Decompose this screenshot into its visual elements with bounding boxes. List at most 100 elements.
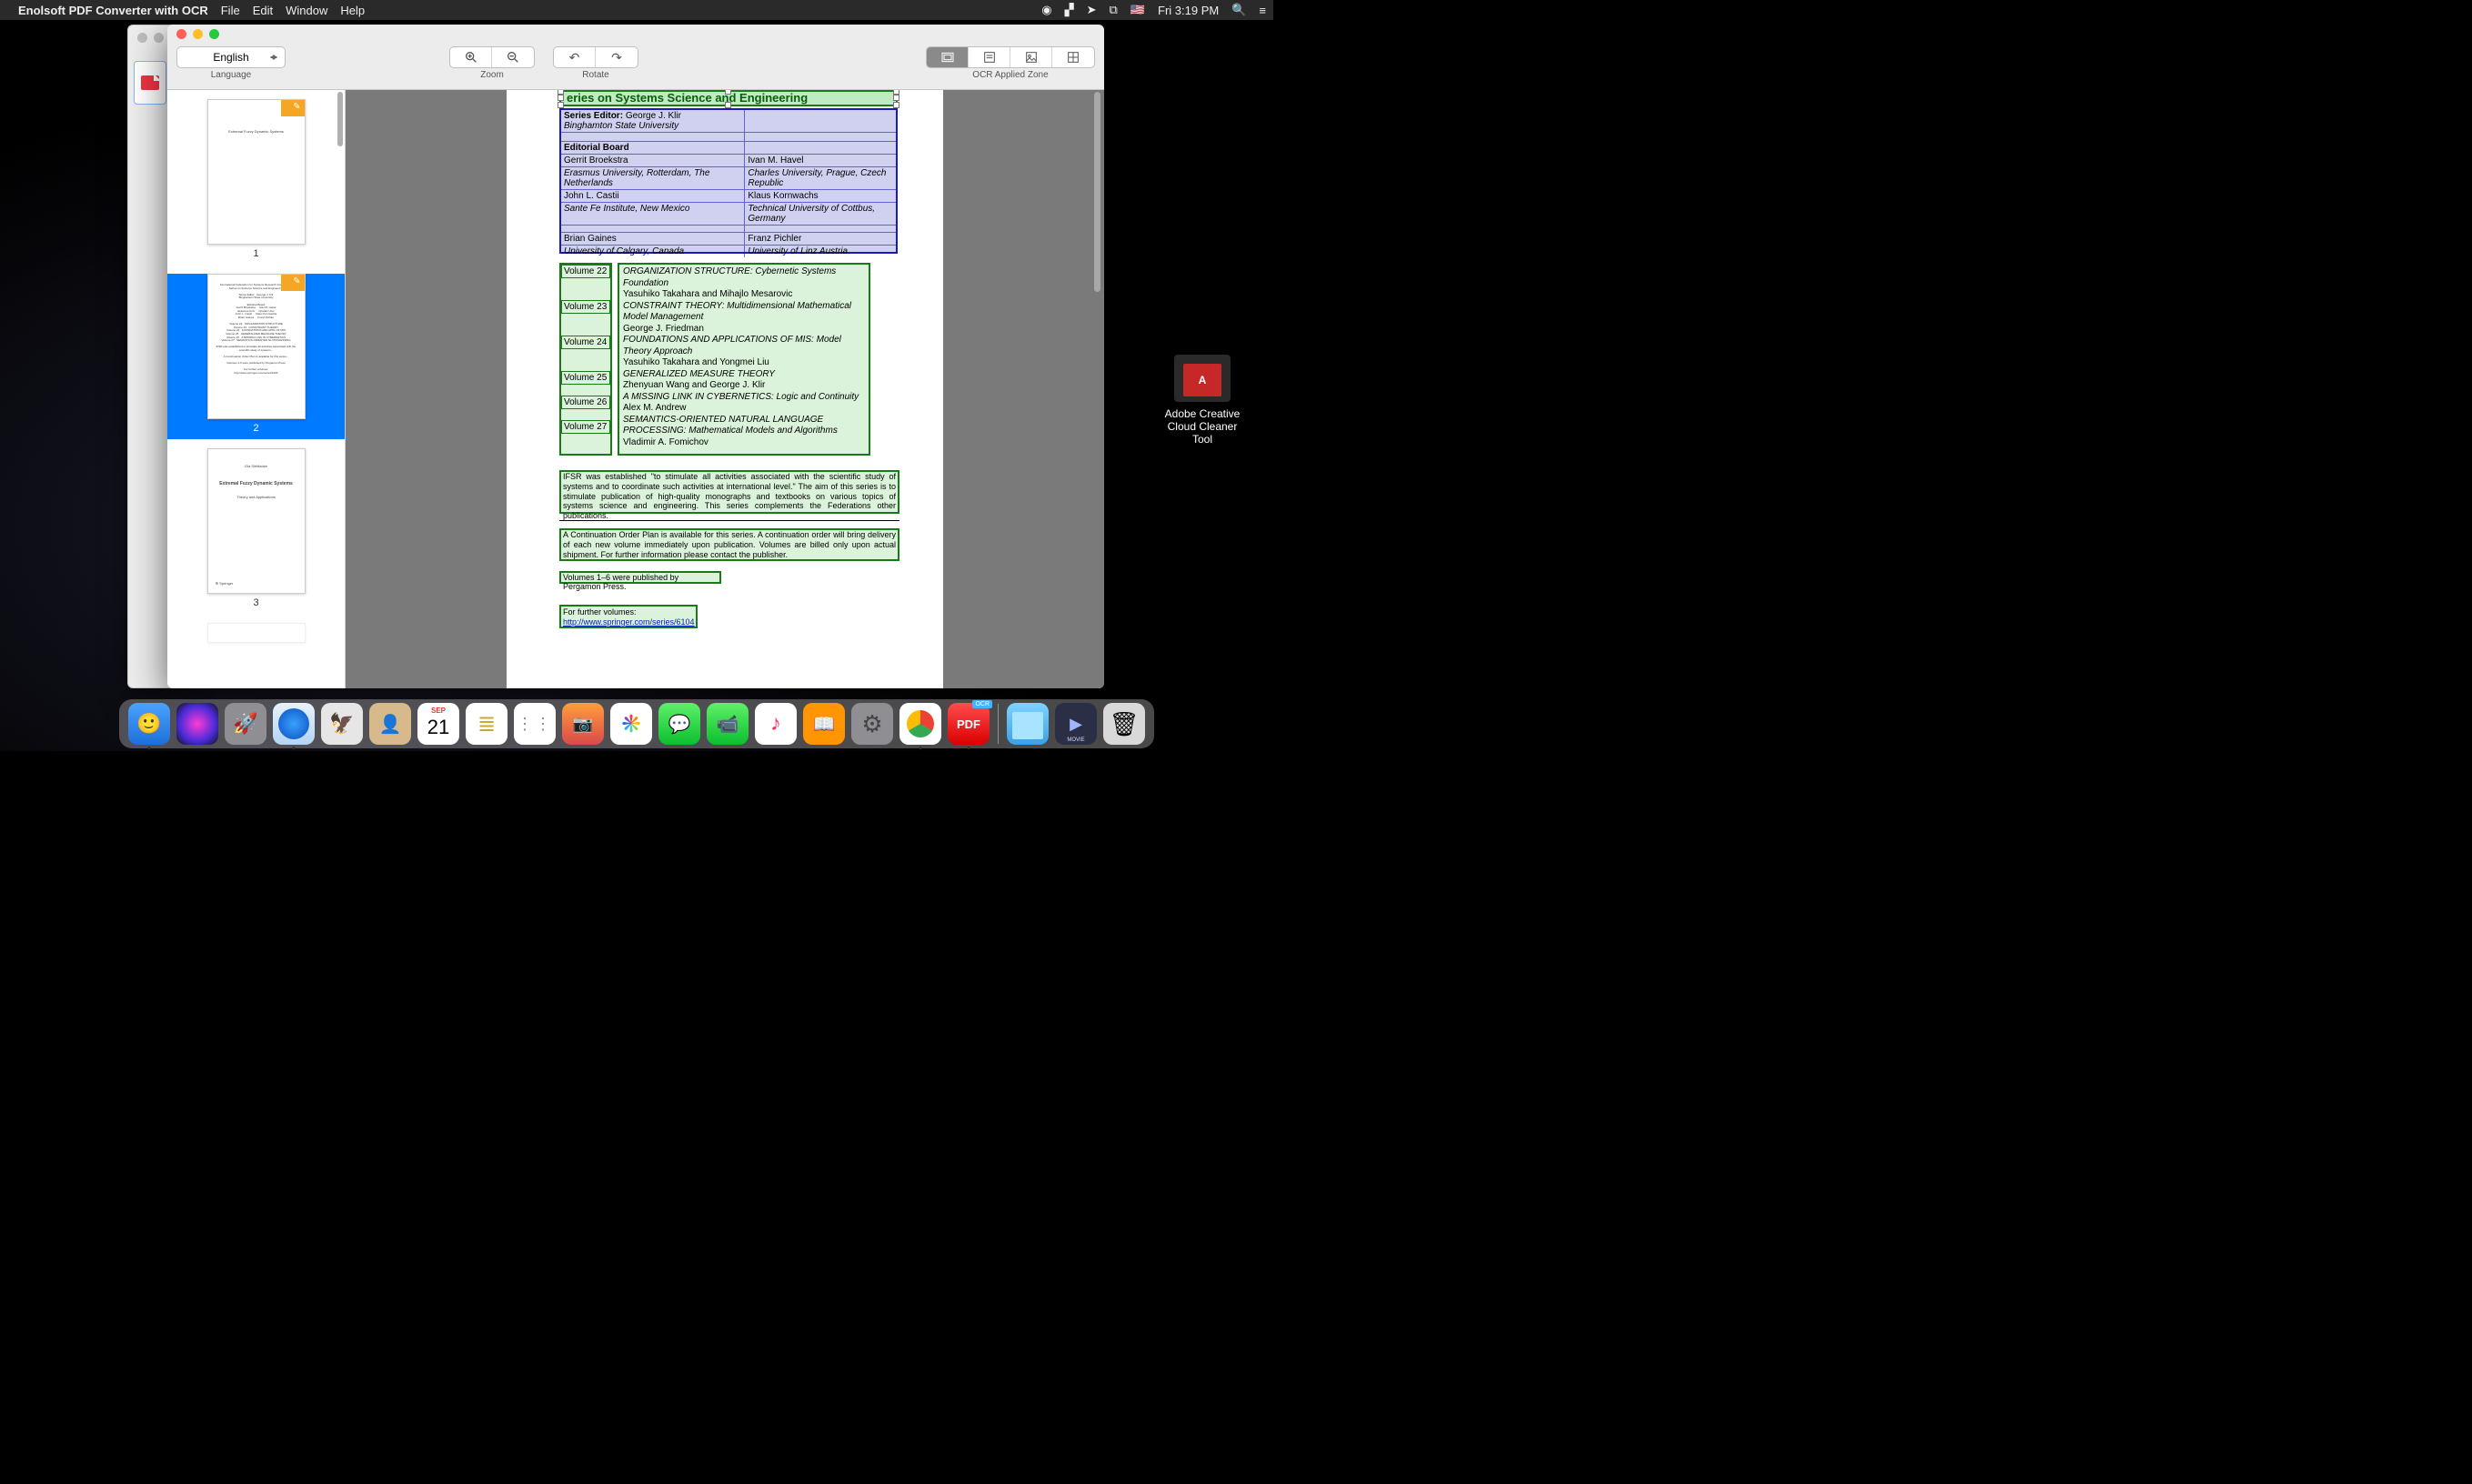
language-select[interactable]: English [176, 46, 286, 68]
background-pdf-cell[interactable] [134, 61, 166, 105]
dock-app-mail[interactable] [321, 703, 363, 745]
menu-list-icon[interactable]: ≡ [1259, 4, 1266, 17]
vol1-author: George J. Friedman [623, 324, 704, 334]
thumb3-title: Extremal Fuzzy Dynamic Systems [216, 481, 297, 487]
dock-app-messages[interactable] [658, 703, 700, 745]
ocr-zone-image-button[interactable] [1010, 47, 1052, 67]
vol0-title: ORGANIZATION STRUCTURE: Cybernetic Syste… [623, 266, 836, 288]
ocr-zone-all-button[interactable] [927, 47, 969, 67]
thumbnail-page-3[interactable]: Gia Sirbiladze Extremal Fuzzy Dynamic Sy… [167, 448, 345, 614]
dock-app-facetime[interactable] [707, 703, 749, 745]
ocr-zone-volume-titles[interactable]: ORGANIZATION STRUCTURE: Cybernetic Syste… [618, 263, 870, 456]
dock-app-siri[interactable] [176, 703, 218, 745]
ocr-zone-para1[interactable]: IFSR was established "to stimulate all a… [559, 470, 899, 514]
dock-app-photos[interactable] [610, 703, 652, 745]
zoom-in-button[interactable] [450, 47, 492, 67]
menu-window[interactable]: Window [286, 4, 327, 17]
thumbnail-page-2[interactable]: International Federation for Systems Res… [167, 274, 345, 439]
thumbnail-scrollbar[interactable] [337, 92, 343, 146]
arrow-icon[interactable]: ➤ [1087, 3, 1097, 17]
rotate-cw-button[interactable]: ↷ [596, 47, 638, 67]
vol0-author: Yasuhiko Takahara and Mihajlo Mesarovic [623, 289, 792, 299]
dock-separator [998, 704, 999, 744]
spotlight-icon[interactable]: 🔍 [1231, 3, 1246, 17]
window-zoom-button[interactable] [209, 29, 219, 39]
thumb1-title: Extremal Fuzzy Dynamic Systems [216, 129, 297, 134]
divider-line [559, 520, 899, 521]
window-close-button[interactable] [176, 29, 186, 39]
ocr-zone-further[interactable]: For further volumes: http://www.springer… [559, 605, 698, 628]
edit-badge-icon [281, 100, 305, 116]
display-mirror-icon[interactable]: ▞ [1065, 3, 1074, 17]
dock-app-itunes[interactable] [755, 703, 797, 745]
vol1-title: CONSTRAINT THEORY: Multidimensional Math… [623, 301, 851, 323]
flag-icon[interactable]: 🇺🇸 [1130, 3, 1145, 17]
dock-app-contacts[interactable] [369, 703, 411, 745]
page-viewport[interactable]: eries on Systems Science and Engineering… [346, 90, 1104, 688]
vol2-label: Volume 24 [561, 336, 610, 349]
ocr-zone-title[interactable]: eries on Systems Science and Engineering [559, 90, 898, 106]
menubar: Enolsoft PDF Converter with OCR File Edi… [0, 0, 1273, 20]
zoom-in-icon [464, 50, 478, 65]
menu-file[interactable]: File [221, 4, 240, 17]
dock-app-calendar[interactable] [417, 703, 459, 745]
dock-app-launchpad[interactable] [225, 703, 266, 745]
vol5-author: Vladimir A. Fomichov [623, 437, 708, 447]
creative-cloud-icon[interactable]: ◉ [1041, 3, 1051, 17]
thumb1-number: 1 [167, 248, 345, 259]
menu-edit[interactable]: Edit [253, 4, 273, 17]
ocr-zone-text-button[interactable] [969, 47, 1010, 67]
dock-app-system-preferences[interactable] [851, 703, 893, 745]
menubar-clock[interactable]: Fri 3:19 PM [1158, 4, 1219, 17]
rotate-ccw-button[interactable]: ↶ [554, 47, 596, 67]
dock-app-safari[interactable] [273, 703, 315, 745]
vol3-label: Volume 25 [561, 371, 610, 385]
dock-app-enolsoft-pdf[interactable] [948, 703, 990, 745]
page-heading: eries on Systems Science and Engineering [561, 91, 808, 105]
ocr-zone-table-button[interactable] [1052, 47, 1094, 67]
dock-app-notes[interactable] [466, 703, 507, 745]
dock-app-photobooth[interactable] [562, 703, 604, 745]
desktop-icon-label: Adobe Creative Cloud Cleaner Tool [1157, 407, 1248, 446]
thumb3-pub: Springer [219, 581, 233, 586]
board-l0-affil: Erasmus University, Rotterdam, The Nethe… [561, 167, 745, 189]
para1-text: IFSR was established "to stimulate all a… [563, 472, 896, 520]
dock-file-movie[interactable] [1055, 703, 1097, 745]
resize-handle-icon[interactable] [893, 102, 899, 108]
dock-app-chrome[interactable] [899, 703, 941, 745]
thumbnail-page-4[interactable] [167, 623, 345, 652]
menu-help[interactable]: Help [340, 4, 365, 17]
board-l2-name: Brian Gaines [561, 233, 745, 245]
series-editor-affil: Binghamton State University [564, 121, 678, 131]
adobe-logo-icon: A [1183, 364, 1221, 396]
zoom-label: Zoom [480, 70, 504, 80]
window-minimize-button[interactable] [193, 29, 203, 39]
ocr-zone-volume-labels[interactable]: Volume 22 Volume 23 Volume 24 Volume 25 … [559, 263, 612, 456]
resize-handle-icon[interactable] [893, 95, 899, 101]
page-scrollbar[interactable] [1094, 92, 1100, 292]
vol5-title: SEMANTICS-ORIENTED NATURAL LANGUAGE PROC… [623, 415, 838, 436]
ocr-zone-editorial-table[interactable]: Series Editor: George J. KlirBinghamton … [559, 108, 898, 254]
zoom-out-button[interactable] [492, 47, 534, 67]
thumb3-author: Gia Sirbiladze [216, 464, 297, 468]
vol2-author: Yasuhiko Takahara and Yongmei Liu [623, 357, 769, 367]
dock-app-ibooks[interactable] [803, 703, 845, 745]
app-name[interactable]: Enolsoft PDF Converter with OCR [18, 4, 208, 17]
board-l2-affil: University of Calgary, Canada [561, 246, 745, 257]
board-r1-name: Klaus Kornwachs [745, 190, 896, 202]
ocr-zone-para3[interactable]: Volumes 1–6 were published by Pergamon P… [559, 571, 721, 584]
thumbnail-page-1[interactable]: Extremal Fuzzy Dynamic Systems 1 [167, 99, 345, 265]
board-r1-affil: Technical University of Cottbus, Germany [745, 203, 896, 225]
dock-app-reminders[interactable] [514, 703, 556, 745]
dock-trash[interactable] [1103, 703, 1145, 745]
desktop-icon-adobe-cleaner[interactable]: A Adobe Creative Cloud Cleaner Tool [1157, 355, 1248, 446]
vol3-author: Zhenyuan Wang and George J. Klir [623, 380, 765, 390]
zone-image-icon [1024, 50, 1039, 65]
main-window: English Language Zoom ↶ ↷ Rotate [167, 25, 1104, 688]
dock-stack-downloads[interactable] [1007, 703, 1049, 745]
dock-app-finder[interactable] [128, 703, 170, 745]
screens-icon[interactable]: ⧉ [1110, 3, 1118, 17]
toolbar: English Language Zoom ↶ ↷ Rotate [167, 43, 1104, 90]
thumbnail-sidebar[interactable]: Extremal Fuzzy Dynamic Systems 1 Interna… [167, 90, 346, 688]
ocr-zone-para2[interactable]: A Continuation Order Plan is available f… [559, 528, 899, 561]
